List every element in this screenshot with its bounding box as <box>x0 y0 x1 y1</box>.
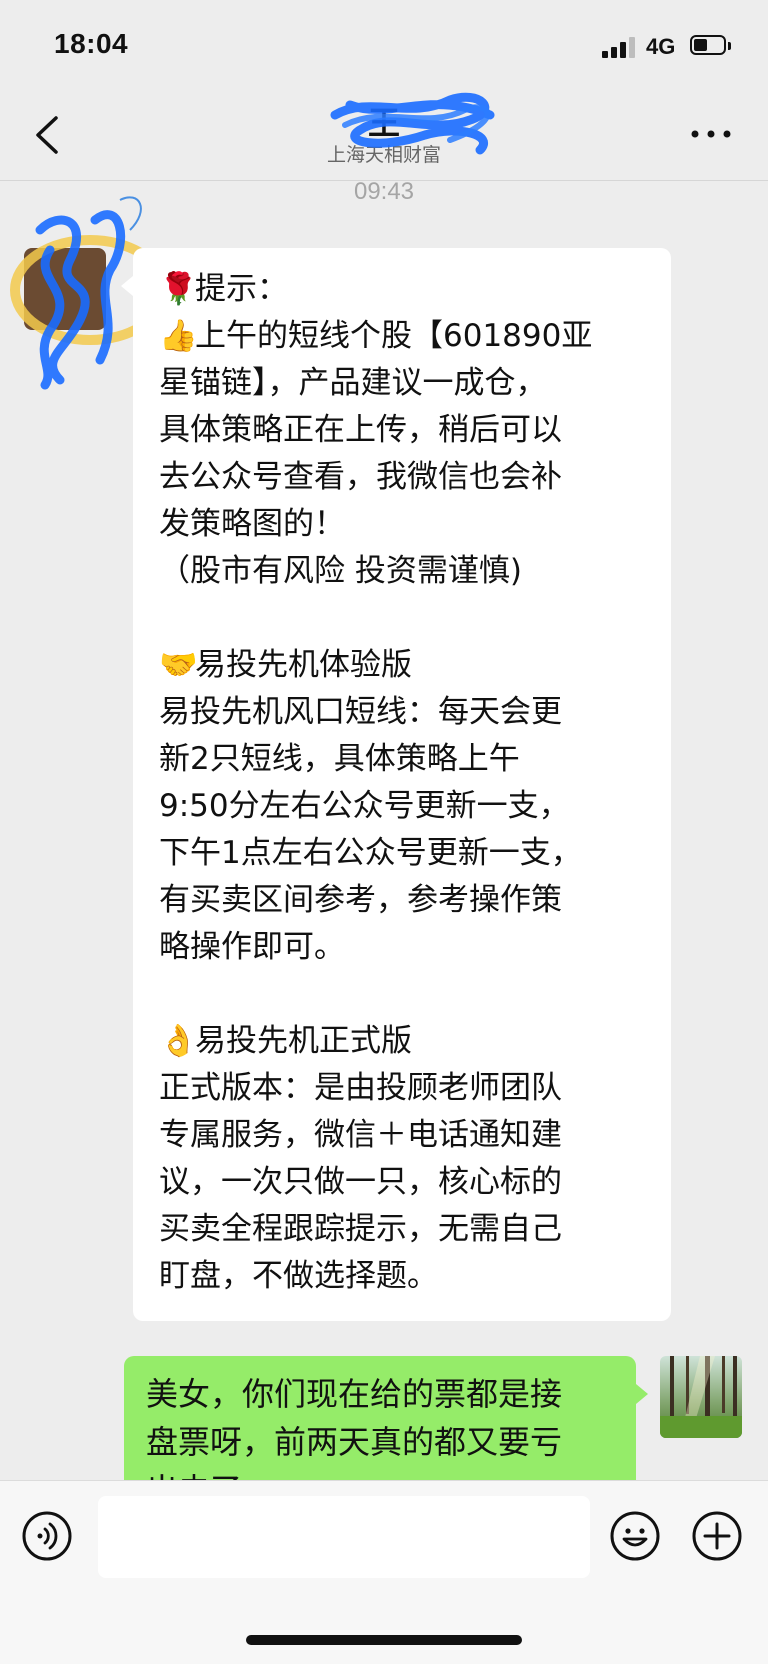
my-avatar[interactable] <box>660 1356 742 1438</box>
message-line: 上午的短线个股【601890亚 星锚链】，产品建议一成仓， 具体策略正在上传，稍… <box>159 318 593 589</box>
voice-icon[interactable] <box>22 1511 72 1561</box>
status-bar: 18:04 4G <box>0 0 768 90</box>
rose-emoji-icon: 🌹 <box>159 271 198 307</box>
battery-icon <box>690 35 732 57</box>
incoming-message-bubble[interactable]: 🌹提示： 👍上午的短线个股【601890亚 星锚链】，产品建议一成仓， 具体策略… <box>121 248 671 1321</box>
handshake-emoji-icon: 🤝 <box>159 647 198 683</box>
input-bar <box>0 1480 768 1664</box>
chat-header: 王 上海天相财富 <box>0 90 768 181</box>
home-indicator <box>246 1635 522 1645</box>
network-label: 4G <box>646 34 676 59</box>
ok-hand-emoji-icon: 👌 <box>159 1023 198 1059</box>
status-time: 18:04 <box>54 28 129 59</box>
smiley-icon[interactable] <box>610 1511 660 1561</box>
outgoing-message-bubble[interactable]: 美女，你们现在给的票都是接 盘票呀，前两天真的都又要亏 出去了 <box>124 1356 648 1509</box>
more-icon[interactable] <box>688 124 734 144</box>
signal-icon <box>602 36 638 58</box>
incoming-message-text: 🌹提示： 👍上午的短线个股【601890亚 星锚链】，产品建议一成仓， 具体策略… <box>159 266 659 1300</box>
thumbs-up-emoji-icon: 👍 <box>159 318 198 354</box>
name-redaction-scribble <box>330 92 495 155</box>
message-line: 易投先机正式版 正式版本：是由投顾老师团队 专属服务，微信＋电话通知建 议，一次… <box>159 1023 562 1294</box>
plus-icon[interactable] <box>692 1511 742 1561</box>
message-line: 提示： <box>195 271 288 307</box>
message-line: 易投先机体验版 易投先机风口短线：每天会更 新2只短线，具体策略上午 9:50分… <box>159 647 582 965</box>
message-input[interactable] <box>98 1496 590 1578</box>
